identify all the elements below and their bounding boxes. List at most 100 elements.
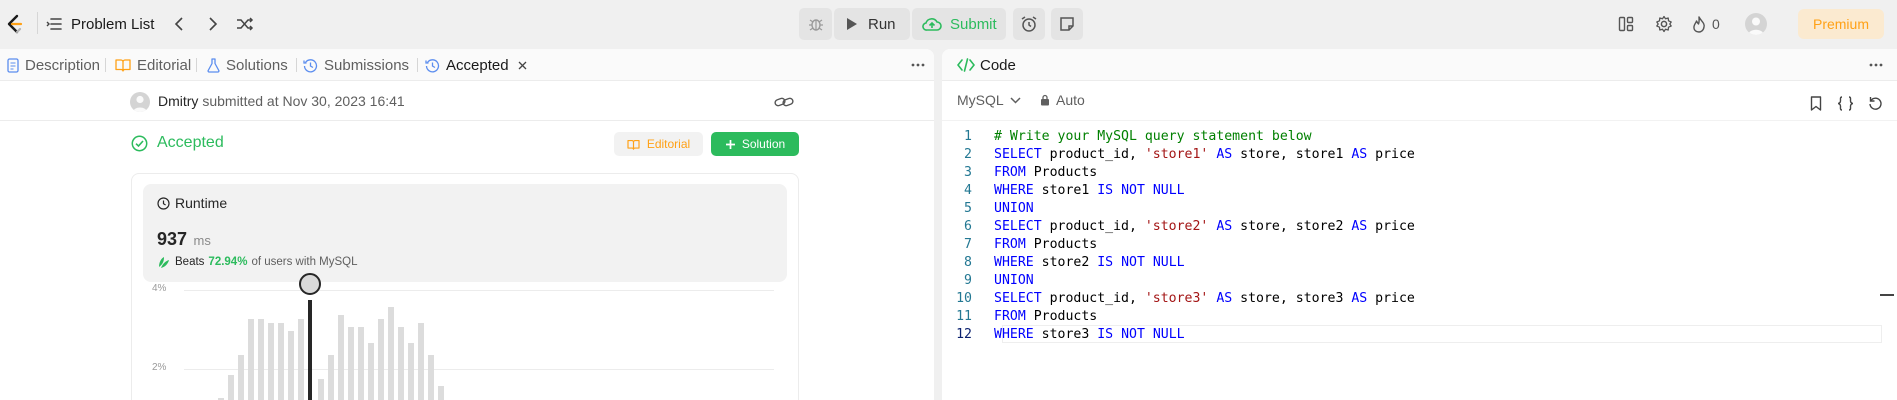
close-icon[interactable] xyxy=(518,61,527,70)
code-text: UNION xyxy=(994,273,1034,288)
alarm-icon xyxy=(1020,15,1038,33)
tab-accepted[interactable]: Accepted xyxy=(425,49,527,81)
editorial-button[interactable]: Editorial xyxy=(614,132,703,156)
runtime-value-row: 937 ms xyxy=(157,229,211,250)
chart-bar[interactable] xyxy=(398,327,404,400)
auto-mode-toggle[interactable]: Auto xyxy=(1040,92,1085,108)
chart-bars xyxy=(186,286,776,400)
code-line[interactable]: 12 WHERE store3 IS NOT NULL xyxy=(942,327,1882,345)
auto-label: Auto xyxy=(1056,92,1085,108)
chart-bar[interactable] xyxy=(258,319,264,400)
chart-bar-current[interactable] xyxy=(308,299,312,400)
chart-bar[interactable] xyxy=(298,319,304,400)
current-submission-marker[interactable] xyxy=(299,272,321,295)
scrollbar-thumb[interactable] xyxy=(1880,294,1894,296)
code-line[interactable]: 11 FROM Products xyxy=(942,309,1882,327)
chart-bar[interactable] xyxy=(438,386,444,400)
reset-code-icon[interactable] xyxy=(1864,93,1886,113)
leaf-icon xyxy=(157,255,171,269)
code-line[interactable]: 10 SELECT product_id, 'store3' AS store, … xyxy=(942,291,1882,309)
tab-submissions[interactable]: Submissions xyxy=(303,49,409,81)
chart-bar[interactable] xyxy=(358,327,364,400)
runtime-header: Runtime xyxy=(157,195,227,211)
code-text: FROM Products xyxy=(994,165,1098,180)
chevron-right-icon[interactable] xyxy=(203,12,223,36)
leetcode-logo-icon[interactable] xyxy=(2,12,26,36)
bookmark-icon[interactable] xyxy=(1806,93,1826,113)
note-button[interactable] xyxy=(1051,8,1083,40)
chart-bar[interactable] xyxy=(418,323,424,400)
chart-bar[interactable] xyxy=(288,331,294,400)
toolbar-divider xyxy=(942,120,1897,121)
code-text: SELECT product_id, 'store1' AS store, st… xyxy=(994,147,1415,162)
link-icon[interactable] xyxy=(772,91,796,113)
cloud-upload-icon xyxy=(922,16,942,32)
editorial-button-label: Editorial xyxy=(646,137,691,151)
premium-label: Premium xyxy=(1812,16,1869,32)
tab-divider xyxy=(196,58,197,72)
line-number: 5 xyxy=(964,201,972,216)
chart-bar[interactable] xyxy=(408,342,414,400)
play-icon xyxy=(846,17,858,31)
chart-bar[interactable] xyxy=(248,319,254,400)
code-editor[interactable]: 1 # Write your MySQL query statement belo… xyxy=(942,129,1882,399)
problem-list-button[interactable]: Problem List xyxy=(46,12,154,36)
chart-bar[interactable] xyxy=(278,323,284,400)
code-line[interactable]: 3 FROM Products xyxy=(942,165,1882,183)
code-line[interactable]: 1 # Write your MySQL query statement belo… xyxy=(942,129,1882,147)
tab-solutions[interactable]: Solutions xyxy=(207,49,288,81)
line-number: 12 xyxy=(956,327,972,342)
line-number: 4 xyxy=(964,183,972,198)
runtime-distribution-chart: 4% 2% xyxy=(132,272,798,400)
debug-button[interactable] xyxy=(799,8,832,40)
submitter-name[interactable]: Dmitry xyxy=(158,93,198,109)
solution-button-label: Solution xyxy=(741,137,786,151)
solution-button[interactable]: Solution xyxy=(711,132,799,156)
line-number: 6 xyxy=(964,219,972,234)
submit-label: Submit xyxy=(950,15,997,33)
chart-bar[interactable] xyxy=(318,378,324,400)
chart-bar[interactable] xyxy=(228,374,234,400)
chart-bar[interactable] xyxy=(238,354,244,400)
tab-description[interactable]: Description xyxy=(7,49,100,81)
tab-description-label: Description xyxy=(25,56,101,74)
chart-bar[interactable] xyxy=(338,315,344,400)
check-circle-icon xyxy=(131,135,148,152)
code-line[interactable]: 5 UNION xyxy=(942,201,1882,219)
streak-counter[interactable]: 0 xyxy=(1692,12,1720,36)
avatar-icon[interactable] xyxy=(1745,13,1767,35)
code-line[interactable]: 8 WHERE store2 IS NOT NULL xyxy=(942,255,1882,273)
chart-bar[interactable] xyxy=(428,354,434,400)
tab-code[interactable]: Code xyxy=(957,49,1016,81)
submit-button[interactable]: Submit xyxy=(912,8,1006,40)
chart-bar[interactable] xyxy=(388,307,394,400)
chart-bar[interactable] xyxy=(328,354,334,400)
code-text: WHERE store2 IS NOT NULL xyxy=(994,255,1185,270)
runtime-summary[interactable]: Runtime 937 ms Beats 72.94% of users wit… xyxy=(143,184,787,282)
chart-bar[interactable] xyxy=(348,327,354,400)
chart-bar[interactable] xyxy=(378,319,384,400)
code-line[interactable]: 4 WHERE store1 IS NOT NULL xyxy=(942,183,1882,201)
format-code-icon[interactable] xyxy=(1834,93,1856,113)
layout-icon[interactable] xyxy=(1614,12,1638,36)
code-line[interactable]: 9 UNION xyxy=(942,273,1882,291)
language-select[interactable]: MySQL xyxy=(957,92,1021,108)
shuffle-icon[interactable] xyxy=(234,12,256,36)
gear-icon[interactable] xyxy=(1652,12,1676,36)
more-options-icon[interactable] xyxy=(908,57,928,73)
chart-bar[interactable] xyxy=(268,323,274,400)
code-line[interactable]: 2 SELECT product_id, 'store1' AS store, s… xyxy=(942,147,1882,165)
premium-button[interactable]: Premium xyxy=(1798,9,1884,39)
more-options-icon[interactable] xyxy=(1866,57,1886,73)
run-button[interactable]: Run xyxy=(834,8,910,40)
line-number: 1 xyxy=(964,129,972,144)
code-line[interactable]: 7 FROM Products xyxy=(942,237,1882,255)
code-text: # Write your MySQL query statement below xyxy=(994,129,1312,144)
alarm-button[interactable] xyxy=(1013,8,1045,40)
chevron-left-icon[interactable] xyxy=(169,12,189,36)
tab-editorial[interactable]: Editorial xyxy=(115,49,191,81)
chart-bar[interactable] xyxy=(368,342,374,400)
runtime-card: Runtime 937 ms Beats 72.94% of users wit… xyxy=(131,173,799,400)
y-tick-4-percent: 4% xyxy=(152,283,167,294)
code-line[interactable]: 6 SELECT product_id, 'store2' AS store, s… xyxy=(942,219,1882,237)
